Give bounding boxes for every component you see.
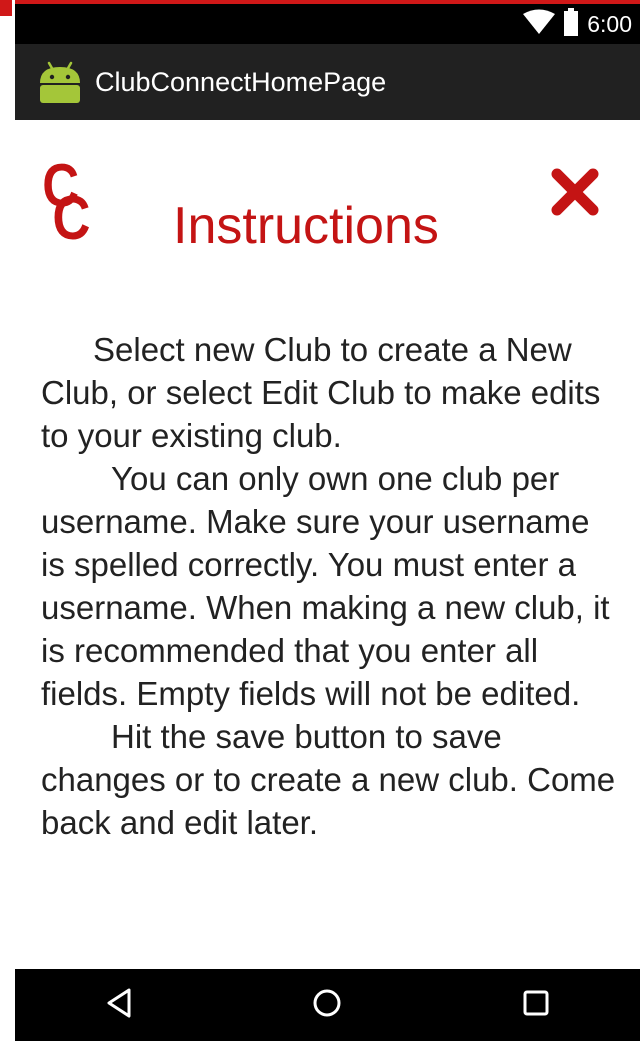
status-bar: 6:00 — [15, 4, 640, 44]
battery-icon — [563, 7, 579, 41]
club-connect-logo: C C — [39, 156, 119, 250]
wifi-icon — [523, 9, 556, 40]
frame-left-edge — [0, 0, 15, 1041]
device-frame: 6:00 ClubConnectHomePage C C Instruction… — [0, 0, 640, 1041]
instruction-paragraph: Hit the save button to save changes or t… — [41, 718, 616, 841]
home-icon — [311, 987, 343, 1024]
close-button[interactable] — [545, 164, 605, 224]
action-bar: ClubConnectHomePage — [15, 44, 640, 120]
instruction-paragraph: You can only own one club per username. … — [41, 460, 610, 712]
phone-screen: 6:00 ClubConnectHomePage C C Instruction… — [15, 4, 640, 1041]
app-title: ClubConnectHomePage — [95, 66, 387, 97]
nav-home-button[interactable] — [287, 975, 367, 1035]
nav-back-button[interactable] — [79, 975, 159, 1035]
instruction-paragraph: Select new Club to create a New Club, or… — [41, 331, 601, 454]
instructions-text: Select new Club to create a New Club, or… — [41, 328, 621, 844]
logo-letter-2: C — [52, 184, 91, 253]
navigation-bar — [15, 969, 640, 1041]
recents-icon — [521, 988, 551, 1023]
instructions-dialog: C C Instructions Select new Club to crea… — [15, 120, 640, 969]
dialog-heading: Instructions — [173, 197, 439, 255]
android-icon — [37, 59, 83, 105]
status-time: 6:00 — [587, 10, 632, 37]
back-icon — [104, 987, 134, 1024]
status-icons: 6:00 — [523, 4, 632, 44]
close-icon — [549, 166, 601, 223]
nav-recents-button[interactable] — [496, 975, 576, 1035]
